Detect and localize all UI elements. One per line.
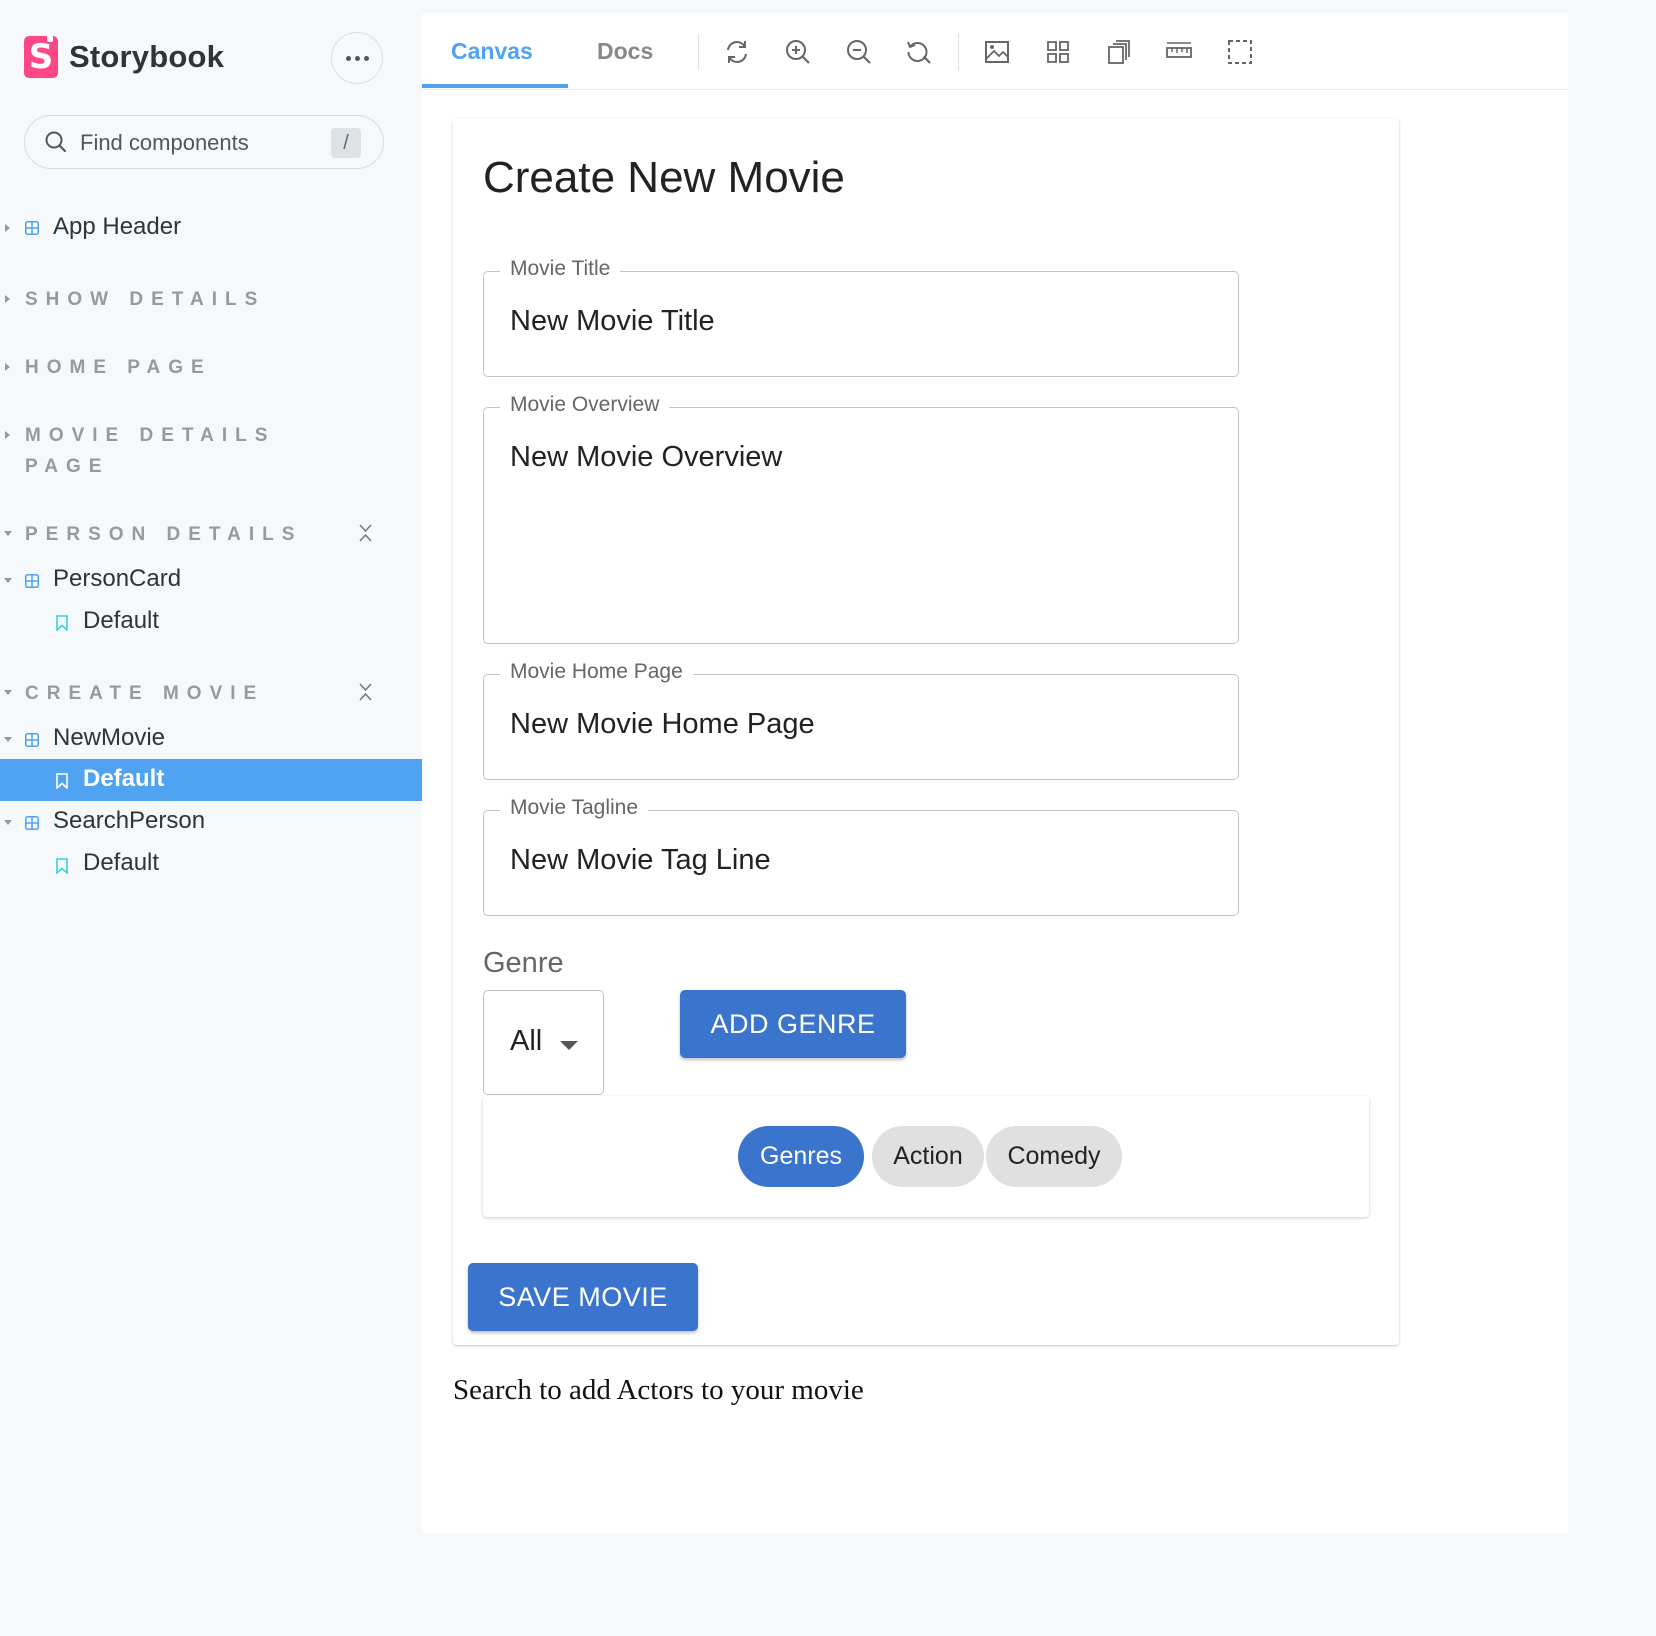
field-label: Movie Tagline	[500, 796, 649, 820]
save-movie-button[interactable]: SAVE MOVIE	[468, 1263, 698, 1331]
collapse-all-icon[interactable]	[358, 682, 373, 702]
genre-label: Genre	[483, 947, 564, 979]
brand-name: Storybook	[69, 39, 225, 74]
genre-chips-container: Genres Action Comedy	[483, 1096, 1369, 1217]
movie-title-field[interactable]: Movie Title New Movie Title	[483, 257, 1239, 377]
expand-arrow-icon	[5, 295, 10, 303]
genre-chip-genres[interactable]: Genres	[738, 1126, 864, 1187]
tab-docs[interactable]: Docs	[597, 38, 653, 65]
movie-tagline-field[interactable]: Movie Tagline New Movie Tag Line	[483, 796, 1239, 916]
bookmark-icon	[56, 615, 68, 631]
component-icon	[25, 221, 39, 235]
viewport-icon[interactable]	[1104, 38, 1132, 66]
component-icon	[25, 574, 39, 588]
genre-chip-action[interactable]: Action	[872, 1126, 984, 1187]
collapse-arrow-icon	[4, 820, 12, 825]
field-label: Movie Title	[500, 257, 621, 281]
create-movie-card: Create New Movie Movie Title New Movie T…	[453, 119, 1399, 1345]
field-value: New Movie Title	[510, 305, 715, 337]
expand-arrow-icon	[5, 224, 10, 232]
genre-chip-comedy[interactable]: Comedy	[986, 1126, 1122, 1187]
active-tab-indicator	[422, 84, 568, 88]
tab-canvas[interactable]: Canvas	[451, 38, 533, 65]
movie-home-page-field[interactable]: Movie Home Page New Movie Home Page	[483, 660, 1239, 780]
genre-select[interactable]: All	[483, 990, 604, 1095]
sidebar-group-show-details[interactable]: SHOW DETAILS	[25, 284, 265, 315]
toolbar-divider	[698, 34, 699, 70]
field-value: New Movie Overview	[510, 441, 783, 473]
field-label: Movie Home Page	[500, 660, 693, 684]
measure-icon[interactable]	[1165, 38, 1193, 66]
movie-overview-field[interactable]: Movie Overview New Movie Overview	[483, 393, 1239, 644]
bookmark-icon	[56, 773, 68, 789]
collapse-all-icon[interactable]	[358, 523, 373, 543]
sidebar-group-home-page[interactable]: HOME PAGE	[25, 352, 212, 383]
sidebar: S Storybook Find components / App Header…	[0, 0, 422, 1549]
search-placeholder: Find components	[80, 130, 249, 155]
dot-icon	[345, 55, 351, 61]
component-icon	[25, 733, 39, 747]
dropdown-arrow-icon	[560, 1041, 578, 1050]
outline-icon[interactable]	[1226, 38, 1254, 66]
field-label: Movie Overview	[500, 393, 670, 417]
search-input[interactable]: Find components /	[24, 115, 384, 169]
zoom-reset-icon[interactable]	[905, 38, 933, 66]
field-value: New Movie Home Page	[510, 708, 815, 740]
grid-icon[interactable]	[1044, 38, 1072, 66]
zoom-in-icon[interactable]	[784, 38, 812, 66]
sidebar-group-movie-details-line2[interactable]: PAGE	[25, 451, 109, 482]
storybook-brand[interactable]: S Storybook	[24, 33, 225, 78]
dot-icon	[354, 55, 360, 61]
zoom-out-icon[interactable]	[845, 38, 873, 66]
toolbar-divider	[958, 34, 959, 70]
dot-icon	[363, 55, 369, 61]
bookmark-icon	[56, 858, 68, 874]
toolbar: Canvas Docs	[422, 14, 1568, 90]
sidebar-item-personcard-default[interactable]: Default	[83, 607, 159, 635]
collapse-arrow-icon	[4, 737, 12, 742]
search-shortcut-key: /	[331, 128, 361, 158]
expand-arrow-icon	[5, 431, 10, 439]
reload-icon[interactable]	[723, 38, 751, 66]
storybook-logo-icon: S	[24, 33, 58, 78]
background-icon[interactable]	[983, 38, 1011, 66]
sidebar-item-personcard[interactable]: PersonCard	[53, 565, 181, 593]
sidebar-group-create-movie[interactable]: CREATE MOVIE	[25, 678, 264, 709]
expand-arrow-icon	[5, 363, 10, 371]
preview-panel: Canvas Docs Create New Movie Movie Title…	[422, 14, 1568, 1534]
sidebar-item-newmovie-default[interactable]: Default	[0, 759, 422, 801]
sidebar-group-movie-details-line1[interactable]: MOVIE DETAILS	[25, 420, 275, 451]
collapse-arrow-icon	[4, 531, 12, 536]
page-title: Create New Movie	[483, 153, 845, 202]
sidebar-menu-button[interactable]	[331, 32, 383, 84]
sidebar-item-searchperson-default[interactable]: Default	[83, 849, 159, 877]
add-genre-button[interactable]: ADD GENRE	[680, 990, 906, 1058]
search-icon	[45, 131, 67, 153]
sidebar-item-searchperson[interactable]: SearchPerson	[53, 807, 205, 835]
genre-select-value: All	[510, 1025, 543, 1057]
sidebar-item-label: Default	[83, 765, 165, 792]
component-icon	[25, 816, 39, 830]
sidebar-item-app-header[interactable]: App Header	[53, 213, 181, 241]
collapse-arrow-icon	[4, 690, 12, 695]
actors-search-heading: Search to add Actors to your movie	[453, 1374, 864, 1406]
collapse-arrow-icon	[4, 578, 12, 583]
sidebar-item-newmovie[interactable]: NewMovie	[53, 724, 165, 752]
sidebar-group-person-details[interactable]: PERSON DETAILS	[25, 519, 302, 550]
field-value: New Movie Tag Line	[510, 844, 771, 876]
